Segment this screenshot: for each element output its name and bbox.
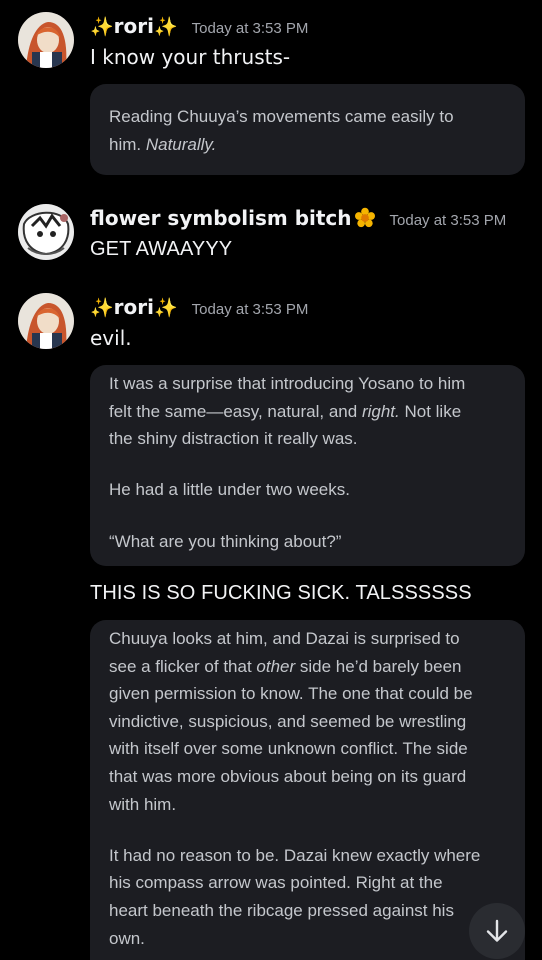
message-text: evil.	[90, 326, 132, 350]
quote-line: Chuuya looks at him, and Dazai is surpri…	[109, 629, 460, 648]
quote-text: him.	[109, 134, 146, 154]
quote-line: with itself over some unknown conflict. …	[109, 739, 468, 759]
sparkle-icon: ✨	[154, 296, 178, 319]
message-header: flower symbolism bitch Today at 3:53 PM	[90, 206, 506, 230]
quote-line: the shiny distraction it really was.	[109, 429, 358, 449]
quote-line: He had a little under two weeks.	[109, 480, 350, 500]
quote-emphasis: Naturally.	[145, 134, 217, 154]
quote-line: own.	[109, 928, 145, 948]
quote-line: heart beneath the ribcage pressed agains…	[109, 900, 454, 920]
username[interactable]: ✨ rori ✨	[90, 295, 178, 319]
arrow-down-icon	[486, 919, 508, 942]
timestamp: Today at 3:53 PM	[191, 300, 309, 318]
message-text: THIS IS SO FUCKING SICK. TALSSSSSS	[90, 582, 472, 604]
quote-line: It was a surprise that introducing Yosan…	[109, 374, 466, 393]
message-text: GET AWAAYYY	[90, 238, 233, 260]
quote-line: It had no reason to be. Dazai knew exact…	[109, 845, 481, 865]
quote-block: Reading Chuuya’s movements came easily t…	[90, 84, 525, 175]
username-text: flower symbolism bitch	[90, 206, 352, 230]
username[interactable]: ✨ rori ✨	[90, 14, 178, 38]
sparkle-icon: ✨	[90, 296, 114, 319]
sparkle-icon: ✨	[154, 15, 178, 38]
quote-text: Not like	[399, 401, 462, 421]
username-text: rori	[113, 295, 154, 319]
quote-line: that was more obvious about being on its…	[109, 766, 467, 786]
quote-line: see a flicker of that other side he’d ba…	[109, 653, 507, 681]
quote-line: “What are you thinking about?”	[109, 531, 342, 551]
quote-block: It was a surprise that introducing Yosan…	[90, 365, 525, 566]
quote-line: his compass arrow was pointed. Right at …	[109, 873, 443, 893]
scroll-to-bottom-button[interactable]	[469, 903, 525, 959]
username[interactable]: flower symbolism bitch	[90, 206, 376, 230]
quote-emphasis: right.	[361, 401, 400, 421]
quote-line: with him.	[109, 794, 177, 814]
quote-emphasis: other	[256, 656, 296, 676]
quote-block: Chuuya looks at him, and Dazai is surpri…	[90, 620, 525, 960]
timestamp: Today at 3:53 PM	[191, 19, 309, 37]
quote-text: see a flicker of that	[109, 656, 257, 676]
message-header: ✨ rori ✨ Today at 3:53 PM	[90, 295, 308, 319]
quote-text: felt the same—easy, natural, and	[109, 401, 362, 421]
username-text: rori	[113, 14, 154, 38]
quote-line: felt the same—easy, natural, and right. …	[109, 398, 507, 426]
avatar-flower-symbolism-bitch[interactable]	[18, 204, 74, 260]
flower-icon	[354, 207, 375, 228]
timestamp: Today at 3:53 PM	[389, 212, 507, 229]
quote-text: side he’d barely been	[295, 656, 462, 676]
quote-line: him. Naturally.	[109, 131, 507, 159]
avatar-rori[interactable]	[18, 12, 74, 68]
quote-line: vindictive, suspicious, and seemed be wr…	[109, 711, 467, 731]
message-text: I know your thrusts-	[90, 45, 291, 69]
quote-line: Reading Chuuya’s movements came easily t…	[109, 107, 454, 126]
message-header: ✨ rori ✨ Today at 3:53 PM	[90, 14, 308, 38]
quote-line: given permission to know. The one that c…	[109, 684, 473, 704]
sparkle-icon: ✨	[90, 15, 114, 38]
avatar-rori[interactable]	[18, 293, 74, 349]
